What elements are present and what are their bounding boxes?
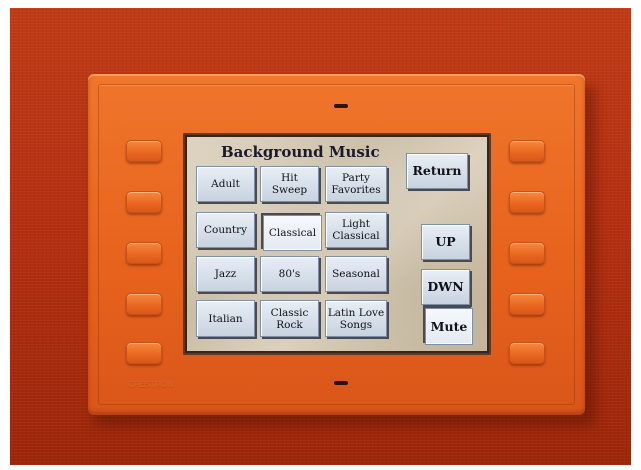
bottom-ir-sensor (334, 381, 348, 385)
touchscreen-display: Background Music Adult Hit Sweep Party Fav… (187, 137, 487, 351)
genre-button-adult[interactable]: Adult (196, 166, 255, 202)
genre-button-80s[interactable]: 80's (260, 256, 319, 292)
screen-title: Background Music (221, 143, 380, 161)
right-hard-button-1[interactable] (509, 140, 545, 162)
mute-button[interactable]: Mute (425, 308, 473, 345)
genre-button-jazz[interactable]: Jazz (196, 256, 255, 292)
return-button[interactable]: Return (406, 153, 468, 189)
wall-background: CRESTRON Background Music Adult Hit Sweep… (10, 8, 631, 465)
down-button[interactable]: DWN (421, 269, 470, 305)
left-hard-button-5[interactable] (126, 342, 162, 364)
touch-panel-frame: CRESTRON Background Music Adult Hit Sweep… (88, 74, 585, 415)
genre-button-latin-love-songs[interactable]: Latin Love Songs (325, 300, 387, 337)
genre-button-hit-sweep[interactable]: Hit Sweep (260, 166, 319, 202)
right-hard-button-4[interactable] (509, 293, 545, 315)
genre-button-country[interactable]: Country (196, 212, 255, 248)
genre-button-classical[interactable]: Classical (263, 215, 322, 251)
left-hard-button-1[interactable] (126, 140, 162, 162)
genre-button-italian[interactable]: Italian (196, 300, 255, 337)
touchscreen-bezel: Background Music Adult Hit Sweep Party Fav… (183, 133, 491, 355)
genre-button-light-classical[interactable]: Light Classical (325, 212, 387, 248)
right-hard-button-2[interactable] (509, 191, 545, 213)
genre-button-classic-rock[interactable]: Classic Rock (260, 300, 319, 337)
up-button[interactable]: UP (421, 224, 470, 260)
left-hard-button-4[interactable] (126, 293, 162, 315)
brand-logo: CRESTRON (128, 380, 173, 389)
genre-button-seasonal[interactable]: Seasonal (325, 256, 387, 292)
left-hard-button-3[interactable] (126, 242, 162, 264)
genre-button-party-favorites[interactable]: Party Favorites (325, 166, 387, 202)
right-hard-button-5[interactable] (509, 342, 545, 364)
right-hard-button-3[interactable] (509, 242, 545, 264)
left-hard-button-2[interactable] (126, 191, 162, 213)
top-ir-sensor (334, 104, 348, 108)
